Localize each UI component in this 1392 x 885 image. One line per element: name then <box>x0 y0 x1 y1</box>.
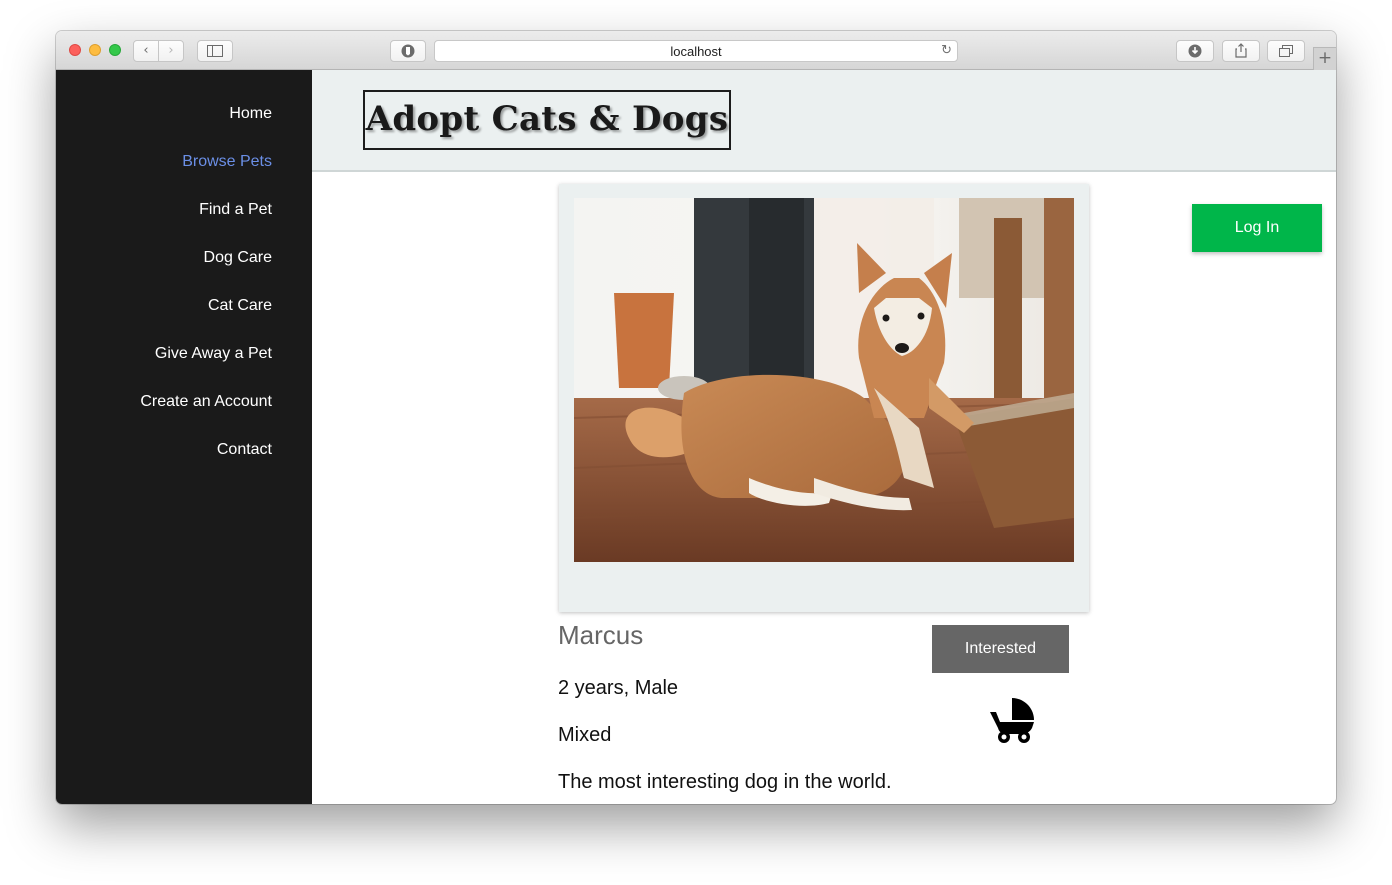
plus-icon: + <box>1317 48 1333 68</box>
site-logo[interactable]: Adopt Cats & Dogs <box>363 90 731 150</box>
sidebar-item-home[interactable]: Home <box>229 104 272 124</box>
browser-toolbar: ‹ › localhost ↻ + <box>56 31 1336 70</box>
baby-stroller-icon <box>990 698 1034 743</box>
download-icon <box>1188 44 1202 58</box>
sidebar-item-dog-care[interactable]: Dog Care <box>204 248 272 268</box>
pet-name: Marcus <box>558 620 644 650</box>
back-button[interactable]: ‹ <box>133 40 159 62</box>
sidebar: Home Browse Pets Find a Pet Dog Care Cat… <box>56 70 312 804</box>
sidebar-item-find-a-pet[interactable]: Find a Pet <box>199 200 272 220</box>
browser-window: ‹ › localhost ↻ + Home Browse Pets Find … <box>56 31 1336 804</box>
logo-text: Adopt Cats & Dogs <box>365 99 729 139</box>
shield-icon <box>401 44 415 58</box>
tabs-icon <box>1279 45 1293 57</box>
sidebar-item-give-away-a-pet[interactable]: Give Away a Pet <box>155 344 272 364</box>
chevron-left-icon: ‹ <box>143 43 149 58</box>
tab-overview-button[interactable] <box>1267 40 1305 62</box>
downloads-button[interactable] <box>1176 40 1214 62</box>
zoom-window-button[interactable] <box>109 44 121 56</box>
sidebar-item-create-an-account[interactable]: Create an Account <box>140 392 272 412</box>
new-tab-button[interactable]: + <box>1313 47 1336 70</box>
login-button[interactable]: Log In <box>1192 204 1322 252</box>
shiba-inu-dog-photo <box>574 198 1074 562</box>
pet-description: The most interesting dog in the world. <box>558 771 892 793</box>
interested-button[interactable]: Interested <box>932 625 1069 673</box>
page-content: Home Browse Pets Find a Pet Dog Care Cat… <box>56 70 1336 804</box>
sidebar-toggle-button[interactable] <box>197 40 233 62</box>
minimize-window-button[interactable] <box>89 44 101 56</box>
sidebar-icon <box>207 45 223 57</box>
chevron-right-icon: › <box>168 43 174 58</box>
share-icon <box>1235 43 1247 58</box>
pet-breed: Mixed <box>558 724 612 746</box>
site-header: Adopt Cats & Dogs <box>312 70 1336 172</box>
close-window-button[interactable] <box>69 44 81 56</box>
forward-button[interactable]: › <box>158 40 184 62</box>
reload-icon[interactable]: ↻ <box>941 41 952 61</box>
address-text: localhost <box>670 44 722 59</box>
pet-age-sex: 2 years, Male <box>558 677 679 699</box>
sidebar-item-contact[interactable]: Contact <box>217 440 272 460</box>
pet-card <box>559 184 1089 612</box>
sidebar-item-cat-care[interactable]: Cat Care <box>208 296 272 316</box>
address-bar[interactable]: localhost ↻ <box>434 40 958 62</box>
share-button[interactable] <box>1222 40 1260 62</box>
privacy-button[interactable] <box>390 40 426 62</box>
sidebar-item-browse-pets[interactable]: Browse Pets <box>182 152 272 172</box>
pet-photo <box>574 198 1074 562</box>
